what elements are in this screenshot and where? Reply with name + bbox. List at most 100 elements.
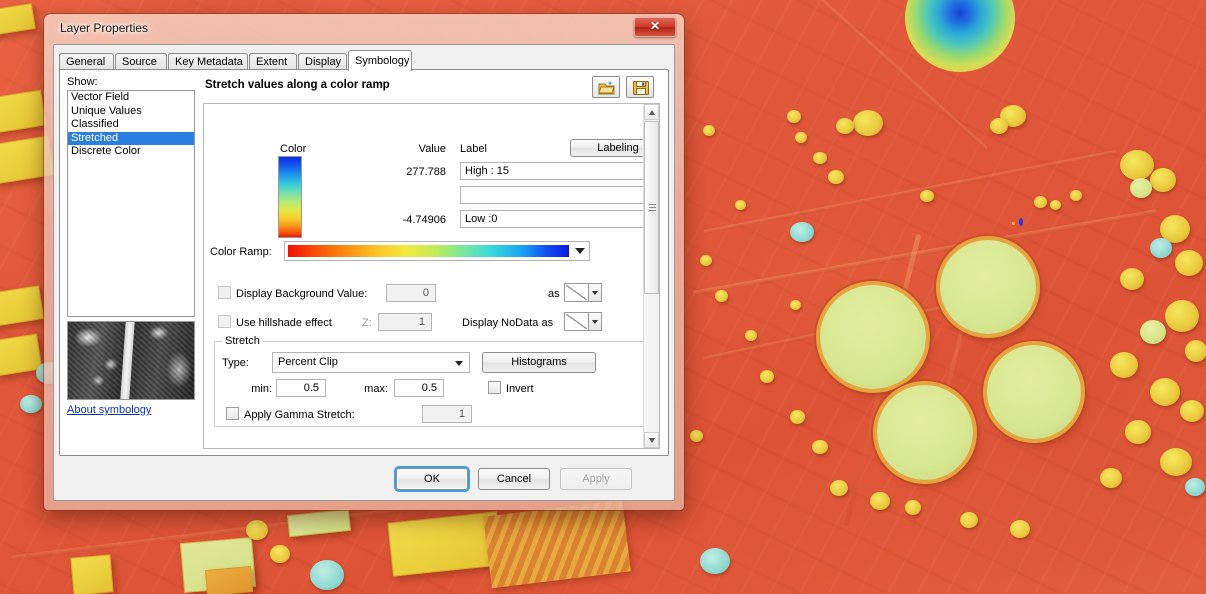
map-building <box>70 554 114 594</box>
map-vegetation <box>703 125 715 136</box>
map-vegetation <box>1150 168 1176 192</box>
map-vegetation <box>905 500 921 515</box>
symbology-settings-panel: Color Value Label Labeling 277.788 -4.74… <box>203 103 660 449</box>
close-icon: ✕ <box>649 19 661 33</box>
layer-properties-dialog[interactable]: Layer Properties ✕ General Source Key Me… <box>44 14 684 510</box>
dialog-client-area: General Source Key Metadata Extent Displ… <box>53 44 675 501</box>
stretch-group-label: Stretch <box>222 335 263 347</box>
chevron-down-icon[interactable] <box>589 312 602 331</box>
chevron-down-icon[interactable] <box>452 353 467 372</box>
scroll-down-button[interactable] <box>644 432 659 448</box>
apply-gamma-stretch-checkbox[interactable] <box>226 407 239 420</box>
invert-checkbox[interactable] <box>488 381 501 394</box>
ok-button[interactable]: OK <box>396 468 468 490</box>
color-ramp-combo[interactable] <box>284 241 590 261</box>
map-vegetation <box>920 190 934 202</box>
map-vegetation <box>690 430 703 442</box>
use-hillshade-effect-checkbox[interactable] <box>218 315 231 328</box>
histograms-button[interactable]: Histograms <box>482 352 596 373</box>
dialog-button-bar: OK Cancel Apply <box>59 460 669 494</box>
list-item-discrete-color[interactable]: Discrete Color <box>68 145 194 159</box>
background-value-input[interactable] <box>386 284 436 302</box>
import-button[interactable] <box>592 76 620 98</box>
show-label: Show: <box>67 76 98 88</box>
tab-key-metadata[interactable]: Key Metadata <box>168 53 248 70</box>
map-vegetation <box>1120 150 1154 180</box>
hillshade-z-input[interactable] <box>378 313 432 331</box>
dialog-titlebar[interactable]: Layer Properties ✕ <box>44 14 684 44</box>
symbology-header-title: Stretch values along a color ramp <box>205 79 390 91</box>
display-nodata-label: Display NoData as <box>462 317 554 329</box>
cancel-button[interactable]: Cancel <box>478 468 550 490</box>
scroll-up-button[interactable] <box>644 104 659 120</box>
value-column-header: Value <box>418 143 446 155</box>
map-point-feature <box>1012 222 1015 225</box>
map-vegetation <box>1050 200 1061 210</box>
panel-scrollbar[interactable] <box>643 104 659 448</box>
symbology-tab-page: Show: Vector Field Unique Values Classif… <box>59 69 669 456</box>
scrollbar-thumb[interactable] <box>644 121 659 294</box>
map-vegetation <box>760 370 774 383</box>
tab-general[interactable]: General <box>59 53 114 70</box>
apply-button: Apply <box>560 468 632 490</box>
chevron-down-icon <box>575 248 585 254</box>
gamma-value-input[interactable] <box>422 405 472 423</box>
map-vegetation <box>960 512 978 528</box>
map-vegetation <box>1185 478 1205 496</box>
color-ramp-preview-vertical[interactable] <box>278 156 302 238</box>
no-color-swatch-icon <box>564 312 589 331</box>
map-vegetation <box>1120 268 1144 290</box>
tab-strip: General Source Key Metadata Extent Displ… <box>59 50 669 71</box>
display-background-value-checkbox[interactable] <box>218 286 231 299</box>
tab-symbology[interactable]: Symbology <box>348 50 412 71</box>
map-vegetation <box>1180 400 1204 422</box>
symbology-header-bar: Stretch values along a color ramp <box>203 76 660 102</box>
color-column-header: Color <box>280 143 307 155</box>
map-vegetation <box>735 200 746 210</box>
stretch-high-label-input[interactable] <box>460 162 659 180</box>
tab-extent[interactable]: Extent <box>249 53 297 70</box>
map-vegetation <box>1100 468 1122 488</box>
map-vegetation <box>813 152 827 164</box>
list-item-vector-field[interactable]: Vector Field <box>68 91 194 105</box>
map-vegetation <box>790 222 814 242</box>
dialog-title: Layer Properties <box>60 21 149 35</box>
list-item-unique-values[interactable]: Unique Values <box>68 105 194 119</box>
close-button[interactable]: ✕ <box>634 17 676 37</box>
save-button[interactable] <box>626 76 654 98</box>
map-vegetation <box>246 520 268 540</box>
list-item-stretched[interactable]: Stretched <box>68 131 194 145</box>
map-vegetation <box>795 132 807 143</box>
list-item-classified[interactable]: Classified <box>68 118 194 132</box>
about-symbology-link[interactable]: About symbology <box>67 404 151 416</box>
stretch-type-combo[interactable]: Percent Clip <box>272 352 470 373</box>
map-vegetation <box>1130 178 1152 198</box>
map-vegetation <box>1165 300 1199 332</box>
map-vegetation <box>812 440 828 454</box>
background-as-label: as <box>548 288 560 300</box>
map-vegetation <box>1150 378 1180 406</box>
chevron-down-icon[interactable] <box>589 283 602 302</box>
background-color-swatch-combo[interactable] <box>564 283 602 302</box>
map-vegetation <box>836 118 854 134</box>
map-vegetation <box>270 545 290 563</box>
tab-display[interactable]: Display <box>298 53 347 70</box>
invert-label: Invert <box>506 383 534 395</box>
show-listbox[interactable]: Vector Field Unique Values Classified St… <box>67 90 195 317</box>
map-vegetation <box>1175 250 1203 276</box>
map-vegetation <box>20 395 42 413</box>
map-vegetation <box>787 110 801 123</box>
apply-gamma-stretch-label: Apply Gamma Stretch: <box>244 409 355 421</box>
stretch-max-input[interactable] <box>394 379 444 397</box>
nodata-color-swatch-combo[interactable] <box>564 312 602 331</box>
map-vegetation <box>700 548 730 574</box>
stretch-middle-label-input[interactable] <box>460 186 659 204</box>
stretch-low-value: -4.74906 <box>402 214 446 226</box>
tab-source[interactable]: Source <box>115 53 167 70</box>
stretch-low-label-input[interactable] <box>460 210 659 228</box>
stretch-min-input[interactable] <box>276 379 326 397</box>
color-ramp-gradient <box>287 244 570 258</box>
map-vegetation <box>310 560 344 590</box>
symbology-settings-inner: Color Value Label Labeling 277.788 -4.74… <box>204 104 659 448</box>
color-ramp-label: Color Ramp: <box>210 246 272 258</box>
